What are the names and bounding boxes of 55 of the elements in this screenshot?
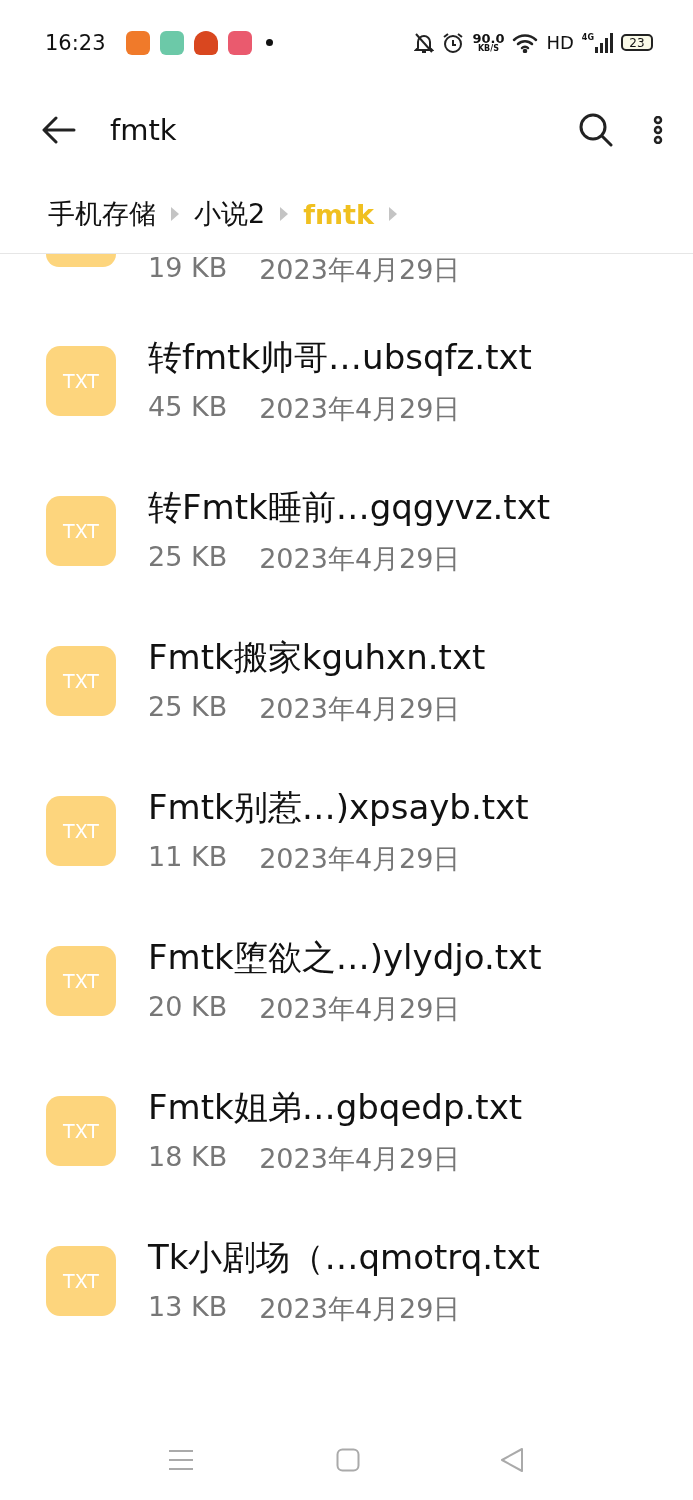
file-name[interactable]: Tk小剧场（…qmotrq.txt [148,1235,540,1281]
signal-icon [595,32,613,53]
file-date: 2023年4月29日 [259,692,461,726]
folder-title: fmtk [110,113,177,147]
txt-file-icon: TXT [46,796,116,866]
back-arrow-icon[interactable] [42,116,76,144]
file-icon [46,254,116,267]
app-notification-icon [193,30,218,55]
chevron-right-icon [387,206,398,222]
txt-file-icon: TXT [46,496,116,566]
txt-file-icon: TXT [46,1096,116,1166]
file-size: 45 KB [148,391,228,424]
file-date: 2023年4月29日 [259,1142,461,1176]
search-icon[interactable] [579,113,613,147]
app-notification-icon [159,30,184,55]
file-date: 2023年4月29日 [259,542,461,576]
file-name[interactable]: 转Fmtk睡前…gqgyvz.txt [148,485,551,531]
file-date: 2023年4月29日 [259,254,461,287]
status-time: 16:23 [45,30,106,55]
wifi-icon [512,32,539,53]
file-date: 2023年4月29日 [259,1292,461,1326]
txt-file-icon: TXT [46,946,116,1016]
chevron-right-icon [170,206,180,222]
txt-file-icon: TXT [46,646,116,716]
file-name[interactable]: Fmtk姐弟…gbqedp.txt [148,1085,523,1131]
file-size: 11 KB [148,841,228,874]
app-notification-icon [125,30,150,55]
file-name[interactable]: Fmtk别惹…)xpsayb.txt [148,785,529,831]
file-size: 19 KB [148,254,228,285]
breadcrumb-item[interactable]: 小说2 [194,196,266,232]
file-size: 18 KB [148,1141,228,1174]
file-size: 25 KB [148,691,228,724]
file-name[interactable]: Fmtk堕欲之…)ylydjo.txt [148,935,542,981]
hd-indicator: HD [546,32,574,53]
more-options-icon[interactable] [653,116,663,144]
alarm-icon [442,31,465,54]
file-date: 2023年4月29日 [259,842,461,876]
file-date: 2023年4月29日 [259,392,461,426]
battery-level: 23 [621,34,653,51]
file-name[interactable]: Fmtk搬家kguhxn.txt [148,635,486,681]
network-speed: 90.0 [472,32,505,45]
app-notification-icon [227,30,252,55]
breadcrumb-item[interactable]: 手机存储 [48,196,156,232]
network-speed-unit: KB/S [477,45,499,53]
cell-type: 4G [581,32,594,42]
more-notifications-icon [265,39,273,46]
txt-file-icon: TXT [46,1246,116,1316]
file-size: 13 KB [148,1291,228,1324]
file-date: 2023年4月29日 [259,992,461,1026]
file-name[interactable]: 转fmtk帅哥…ubsqfz.txt [148,335,532,381]
bell-muted-icon [414,31,435,54]
txt-file-icon: TXT [46,346,116,416]
chevron-right-icon [279,206,290,222]
file-size: 20 KB [148,991,228,1024]
file-size: 25 KB [148,541,228,574]
